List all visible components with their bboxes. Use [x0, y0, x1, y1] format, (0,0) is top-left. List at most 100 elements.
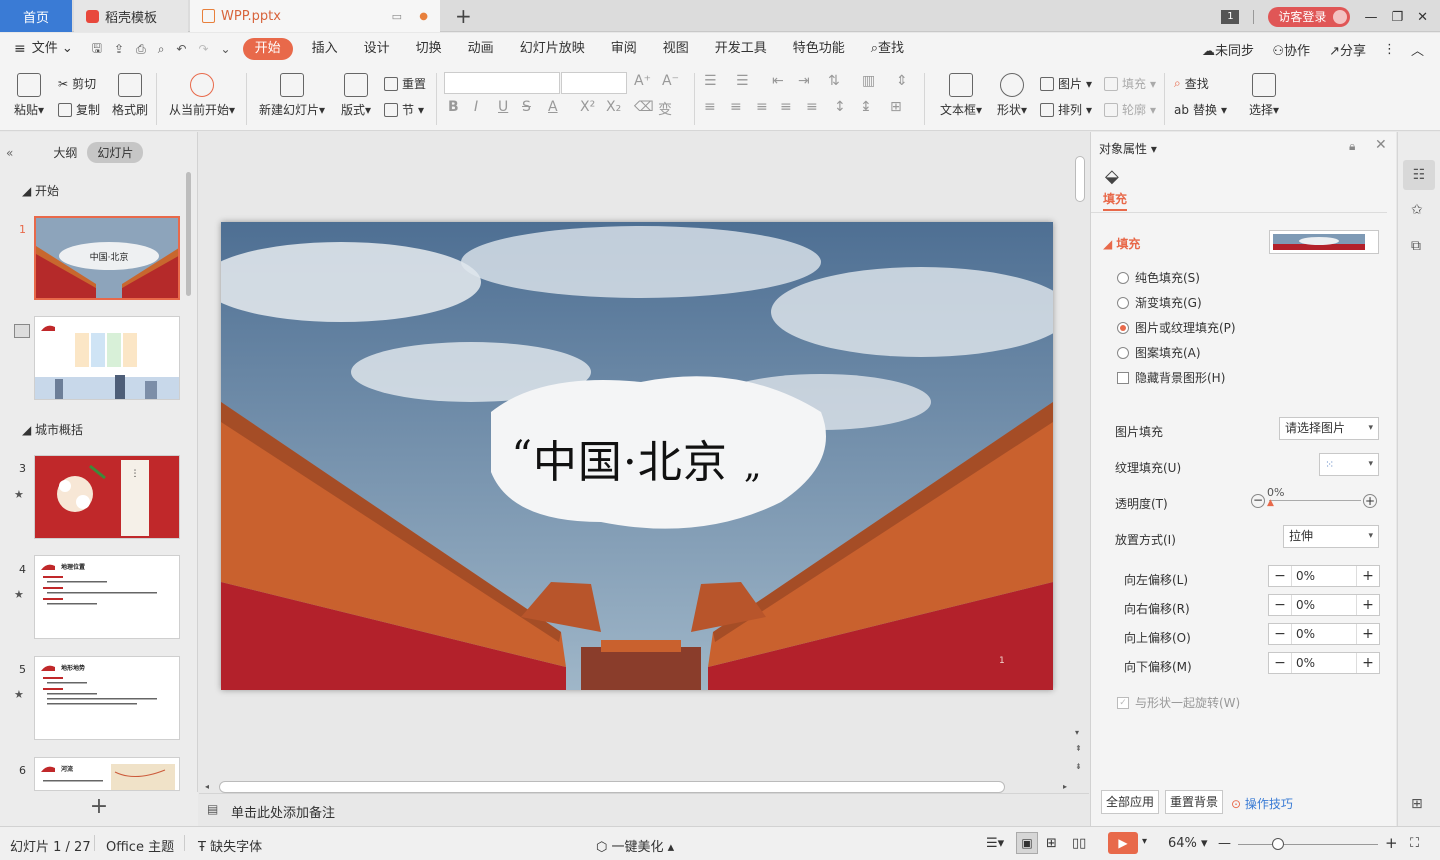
- scroll-right-icon[interactable]: ▸: [1063, 782, 1067, 791]
- menu-file[interactable]: 文件 ⌄: [26, 33, 86, 65]
- copy-button[interactable]: 复制: [58, 101, 100, 118]
- next-slide-icon[interactable]: ⇟: [1075, 762, 1082, 771]
- font-color-icon[interactable]: A: [548, 99, 558, 115]
- apply-all-button[interactable]: 全部应用: [1101, 790, 1160, 814]
- textbox-button[interactable]: 文本框▾: [936, 73, 986, 118]
- paste-button[interactable]: 粘贴▾: [12, 73, 46, 118]
- collab-button[interactable]: ⚇协作: [1272, 40, 1310, 59]
- offset-down-stepper[interactable]: −0% +: [1268, 652, 1380, 674]
- current-slide[interactable]: “中国·北京 „ 1: [221, 222, 1053, 690]
- line-spacing-icon[interactable]: ⇅: [828, 73, 840, 89]
- fill-preview-dropdown[interactable]: [1269, 230, 1379, 254]
- properties-sliders-icon[interactable]: ☷: [1403, 160, 1435, 190]
- text-direction-icon[interactable]: ⇕: [896, 73, 908, 89]
- slideshow-options-icon[interactable]: ▾: [1142, 836, 1147, 847]
- lock-icon[interactable]: 🔒︎: [1349, 139, 1355, 154]
- zoom-in-button[interactable]: +: [1385, 834, 1398, 852]
- solid-fill-radio[interactable]: 纯色填充(S): [1117, 269, 1200, 286]
- font-size-select[interactable]: [561, 72, 627, 94]
- close-window-icon[interactable]: ✕: [1417, 10, 1428, 25]
- menu-home[interactable]: 开始: [242, 38, 293, 60]
- customize-dropdown-icon[interactable]: ⌄: [215, 42, 237, 56]
- paragraph-spacing-icon[interactable]: ↨: [860, 99, 872, 115]
- gradient-fill-radio[interactable]: 渐变填充(G): [1117, 294, 1202, 311]
- slide-thumbnail-2[interactable]: [34, 316, 180, 400]
- placement-select[interactable]: 拉伸: [1283, 525, 1379, 548]
- texture-fill-select[interactable]: ⁙: [1319, 453, 1379, 476]
- add-slide-button[interactable]: +: [0, 792, 198, 826]
- clear-format-icon[interactable]: ⌫: [634, 99, 654, 115]
- transparency-slider-track[interactable]: [1269, 500, 1361, 501]
- menu-design[interactable]: 设计: [351, 33, 403, 65]
- italic-icon[interactable]: I: [474, 99, 478, 115]
- tab-docer-templates[interactable]: 稻壳模板: [74, 0, 188, 32]
- undo-icon[interactable]: ↶: [170, 42, 192, 56]
- missing-fonts-button[interactable]: Ŧ 缺失字体: [198, 836, 262, 855]
- window-count-badge[interactable]: 1: [1221, 10, 1240, 24]
- scroll-down-icon[interactable]: ▾: [1075, 728, 1079, 737]
- section-button[interactable]: 节 ▾: [384, 101, 424, 118]
- copy-style-icon[interactable]: ⧉: [1411, 238, 1421, 254]
- vertical-scrollbar-thumb[interactable]: [1075, 156, 1085, 202]
- offset-left-stepper[interactable]: −0% +: [1268, 565, 1380, 587]
- decrease-indent-icon[interactable]: ⇤: [772, 73, 784, 89]
- slide-thumbnail-5[interactable]: 地形地势: [34, 656, 180, 740]
- tab-slides[interactable]: 幻灯片: [87, 142, 144, 163]
- slide-title[interactable]: “中国·北京 „: [221, 426, 1053, 490]
- section-header-city-overview[interactable]: ◢ 城市概括: [22, 421, 83, 438]
- guest-login-button[interactable]: 访客登录: [1268, 7, 1351, 27]
- decrement-button[interactable]: −: [1269, 653, 1291, 673]
- monitor-icon[interactable]: ▭: [392, 10, 402, 23]
- tab-home[interactable]: 首页: [0, 0, 72, 32]
- hidden-slide-icon[interactable]: [14, 324, 30, 338]
- scroll-left-icon[interactable]: ◂: [205, 782, 209, 791]
- numbered-list-icon[interactable]: ☰: [736, 73, 749, 89]
- offset-up-value[interactable]: 0%: [1291, 624, 1357, 644]
- menu-animations[interactable]: 动画: [455, 33, 507, 65]
- increment-button[interactable]: +: [1357, 653, 1379, 673]
- picture-fill-select[interactable]: 请选择图片: [1279, 417, 1379, 440]
- theme-name[interactable]: Office 主题: [106, 836, 174, 855]
- thumbnail-scrollbar[interactable]: [186, 172, 191, 296]
- zoom-level[interactable]: 64% ▾: [1168, 836, 1208, 851]
- normal-view-icon[interactable]: ▣: [1016, 832, 1038, 854]
- redo-icon[interactable]: ↷: [192, 42, 214, 56]
- prev-slide-icon[interactable]: ⇞: [1075, 744, 1082, 753]
- share-button[interactable]: ↗分享: [1329, 40, 1366, 59]
- shape-button[interactable]: 形状▾: [992, 73, 1032, 118]
- pattern-fill-radio[interactable]: 图案填充(A): [1117, 344, 1201, 361]
- zoom-slider-track[interactable]: [1238, 844, 1378, 845]
- zoom-out-button[interactable]: —: [1218, 836, 1231, 851]
- menu-slideshow[interactable]: 幻灯片放映: [507, 33, 598, 65]
- menu-developer[interactable]: 开发工具: [702, 33, 780, 65]
- grow-font-icon[interactable]: A⁺: [634, 73, 651, 89]
- preview-icon[interactable]: ⌕: [152, 42, 171, 57]
- distribute-icon[interactable]: ≡: [806, 99, 818, 115]
- sync-status[interactable]: ☁未同步: [1202, 40, 1254, 59]
- slide-thumbnail-3[interactable]: ⋮: [34, 455, 180, 539]
- bullet-list-icon[interactable]: ☰: [704, 73, 717, 89]
- close-pane-icon[interactable]: ✕: [1375, 137, 1387, 153]
- strikethrough-icon[interactable]: S: [522, 99, 531, 115]
- star-animation-icon[interactable]: ✩: [1411, 202, 1423, 218]
- slide-thumbnail-4[interactable]: 地理位置: [34, 555, 180, 639]
- slide-thumbnail-1[interactable]: 中国·北京: [34, 216, 180, 300]
- transparency-increase-button[interactable]: +: [1363, 494, 1377, 508]
- reset-background-button[interactable]: 重置背景: [1165, 790, 1224, 814]
- notes-toggle-icon[interactable]: ☰▾: [986, 836, 1004, 851]
- tab-document[interactable]: WPP.pptx ▭ ●: [190, 0, 440, 32]
- align-left-icon[interactable]: ≡: [704, 99, 716, 115]
- increment-button[interactable]: +: [1357, 566, 1379, 586]
- layout-button[interactable]: 版式▾: [338, 73, 374, 118]
- decrement-button[interactable]: −: [1269, 624, 1291, 644]
- outline-button[interactable]: 轮廓 ▾: [1104, 101, 1156, 118]
- arrange-button[interactable]: 排列 ▾: [1040, 101, 1092, 118]
- menu-view[interactable]: 视图: [650, 33, 702, 65]
- justify-icon[interactable]: ≡: [780, 99, 792, 115]
- superscript-icon[interactable]: X²: [580, 99, 595, 115]
- offset-right-stepper[interactable]: −0% +: [1268, 594, 1380, 616]
- shrink-font-icon[interactable]: A⁻: [662, 73, 679, 89]
- decrement-button[interactable]: −: [1269, 595, 1291, 615]
- bold-icon[interactable]: B: [448, 99, 459, 115]
- slide-sorter-icon[interactable]: ⊞: [1046, 836, 1057, 851]
